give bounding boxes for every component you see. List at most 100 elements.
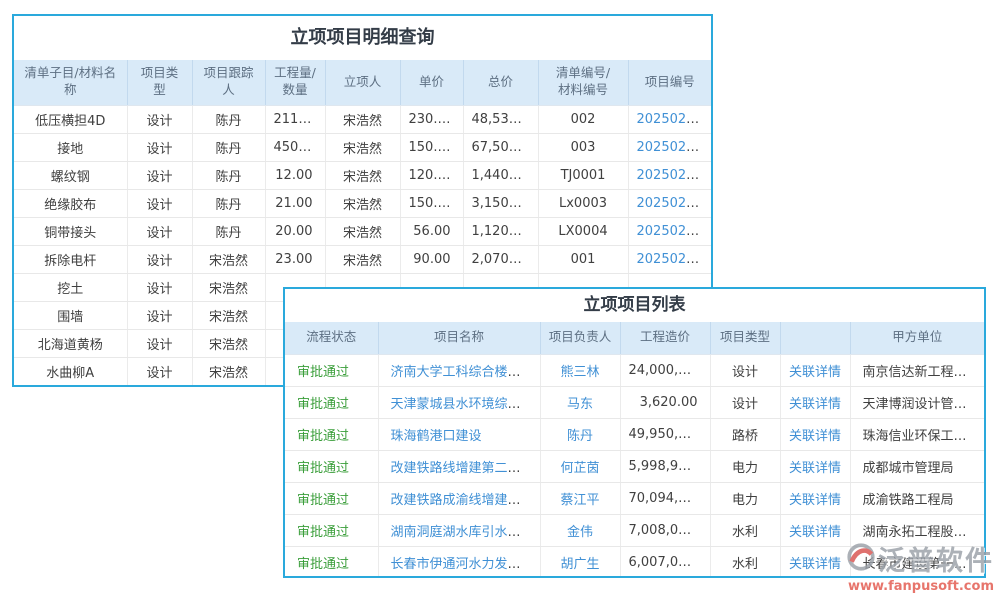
cell-party-a-unit: 珠海信业环保工程建... [850,418,984,450]
project-code-link[interactable]: 2025020004 [637,168,712,183]
project-code-link[interactable]: 2025020004 [637,140,712,155]
cell-project-cost: 24,000,000.00 [620,354,710,386]
flow-status-link[interactable]: 审批通过 [297,461,349,476]
project-owner-link[interactable]: 陈丹 [567,429,593,444]
detail-table-row: 低压横担4D设计陈丹211.00宋浩然230.0048,530...002202… [14,105,711,133]
cell-initiator: 宋浩然 [325,217,400,245]
project-code-link[interactable]: 2025020004 [637,196,712,211]
detail-table-row: 拆除电杆设计宋浩然23.00宋浩然90.002,070.000012025020… [14,245,711,273]
cell-material-code: Lx0003 [538,189,628,217]
project-owner-link[interactable]: 何芷茵 [560,461,599,476]
project-owner-link[interactable]: 马东 [567,397,593,412]
cell-material-code: 003 [538,133,628,161]
detail-table-row: 绝缘胶布设计陈丹21.00宋浩然150.003,150.00Lx00032025… [14,189,711,217]
vendor-url-text: www.fanpusoft.com [846,579,994,594]
cell-unit-price: 56.00 [400,217,463,245]
project-owner-link[interactable]: 熊三林 [560,365,599,380]
project-code-link[interactable]: 2025020004 [637,112,712,127]
cell-project-type: 设计 [127,217,192,245]
col-header-material-name: 清单子目/材料名 称 [14,60,127,105]
cell-total-price: 48,530... [463,105,538,133]
detail-action-link[interactable]: 关联详情 [789,429,841,444]
list-table-row: 审批通过改建铁路线增建第二线直...何芷茵5,998,900.00电力关联详情成… [285,450,984,482]
cell-project-name: 湖南洞庭湖水库引水工程... [378,514,540,546]
col-header-project-cost: 工程造价 [620,322,710,354]
project-name-link[interactable]: 改建铁路成渝线增建第二... [391,493,541,508]
flow-status-link[interactable]: 审批通过 [297,525,349,540]
flow-status-link[interactable]: 审批通过 [297,397,349,412]
project-owner-link[interactable]: 金伟 [567,525,593,540]
project-name-link[interactable]: 长春市伊通河水力发电厂... [391,557,541,572]
detail-action-link[interactable]: 关联详情 [789,493,841,508]
project-name-link[interactable]: 天津蒙城县水环境综合治... [391,397,541,412]
cell-detail-action: 关联详情 [780,386,850,418]
cell-material-code: 002 [538,105,628,133]
cell-tracker: 宋浩然 [192,329,265,357]
cell-detail-action: 关联详情 [780,354,850,386]
project-owner-link[interactable]: 胡广生 [560,557,599,572]
col-header-total-price: 总价 [463,60,538,105]
cell-quantity: 211.00 [265,105,325,133]
cell-detail-action: 关联详情 [780,482,850,514]
cell-party-a-unit: 长春市建设第一水利 [850,546,984,578]
cell-material-name: 铜带接头 [14,217,127,245]
cell-party-a-unit: 湖南永拓工程股份有... [850,514,984,546]
detail-action-link[interactable]: 关联详情 [789,397,841,412]
flow-status-link[interactable]: 审批通过 [297,557,349,572]
col-header-project-type: 项目类 型 [127,60,192,105]
cell-material-name: 北海道黄杨 [14,329,127,357]
detail-action-link[interactable]: 关联详情 [789,365,841,380]
cell-project-cost: 5,998,900.00 [620,450,710,482]
flow-status-link[interactable]: 审批通过 [297,493,349,508]
cell-material-name: 水曲柳A [14,357,127,385]
cell-tracker: 陈丹 [192,189,265,217]
project-name-link[interactable]: 珠海鹤港口建设 [391,429,482,444]
detail-table-row: 螺纹钢设计陈丹12.00宋浩然120.001,440.00TJ000120250… [14,161,711,189]
cell-detail-action: 关联详情 [780,546,850,578]
project-name-link[interactable]: 济南大学工科综合楼建设... [391,365,541,380]
cell-project-type: 设计 [710,354,780,386]
flow-status-link[interactable]: 审批通过 [297,429,349,444]
project-code-link[interactable]: 2025020004 [637,224,712,239]
cell-initiator: 宋浩然 [325,245,400,273]
project-name-link[interactable]: 湖南洞庭湖水库引水工程... [391,525,541,540]
cell-flow-status: 审批通过 [285,418,378,450]
cell-tracker: 宋浩然 [192,301,265,329]
cell-project-name: 改建铁路成渝线增建第二... [378,482,540,514]
cell-unit-price: 150.00 [400,133,463,161]
cell-flow-status: 审批通过 [285,450,378,482]
cell-project-owner: 马东 [540,386,620,418]
cell-total-price: 1,120.00 [463,217,538,245]
cell-material-name: 接地 [14,133,127,161]
project-name-link[interactable]: 改建铁路线增建第二线直... [391,461,541,476]
project-owner-link[interactable]: 蔡江平 [560,493,599,508]
cell-project-code: 2025020004 [628,217,711,245]
col-header-project-code: 项目编号 [628,60,711,105]
cell-project-code: 2025020004 [628,189,711,217]
project-code-link[interactable]: 2025020003 [637,252,712,267]
list-header-row: 流程状态项目名称项目负责人工程造价项目类型甲方单位 [285,322,984,354]
cell-project-type: 设计 [127,357,192,385]
cell-total-price: 1,440.00 [463,161,538,189]
cell-project-type: 电力 [710,450,780,482]
cell-initiator: 宋浩然 [325,133,400,161]
detail-action-link[interactable]: 关联详情 [789,525,841,540]
list-table-row: 审批通过长春市伊通河水力发电厂...胡广生6,007,007.00水利关联详情长… [285,546,984,578]
cell-project-type: 设计 [127,189,192,217]
col-header-detail-action [780,322,850,354]
cell-unit-price: 90.00 [400,245,463,273]
list-table-row: 审批通过 济南大学工科综合楼建设... 熊三林 24,000,000.00设计关联详情… [285,354,984,386]
detail-action-link[interactable]: 关联详情 [789,557,841,572]
list-table-head: 流程状态项目名称项目负责人工程造价项目类型甲方单位 [285,322,984,354]
cell-project-type: 设计 [127,105,192,133]
detail-action-link[interactable]: 关联详情 [789,461,841,476]
detail-table-row: 接地设计陈丹450.00宋浩然150.0067,500...0032025020… [14,133,711,161]
cell-project-type: 路桥 [710,418,780,450]
cell-project-cost: 49,950,088.00 [620,418,710,450]
flow-status-link[interactable]: 审批通过 [297,365,349,380]
cell-flow-status: 审批通过 [285,546,378,578]
cell-material-name: 低压横担4D [14,105,127,133]
cell-project-type: 水利 [710,546,780,578]
cell-total-price: 2,070.00 [463,245,538,273]
list-window-title: 立项项目列表 [285,289,984,322]
